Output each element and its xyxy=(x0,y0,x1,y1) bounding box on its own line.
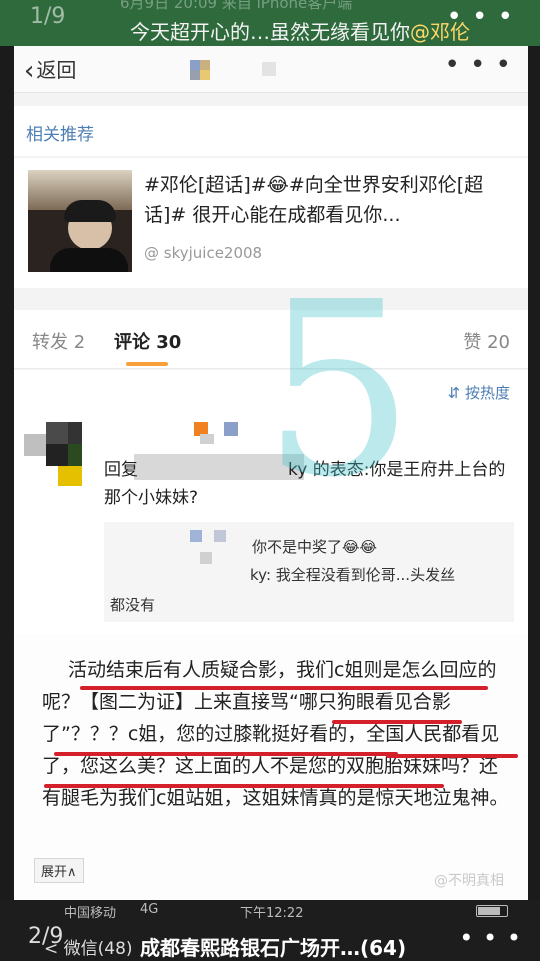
watermark: @不明真相 xyxy=(434,873,504,889)
avatar-mosaic xyxy=(58,466,82,486)
avatar-mosaic xyxy=(46,422,68,444)
red-underline xyxy=(54,752,398,756)
red-underline xyxy=(332,720,462,724)
red-underline xyxy=(80,686,488,690)
quoted-comment: 你不是中奖了😂😂 ky: 我全程没看到伦哥...头发丝 都没有 xyxy=(104,522,514,622)
tab-repost[interactable]: 转发 2 xyxy=(32,328,85,354)
chat-title: 成都春熙路银石广场开…(64) xyxy=(140,936,407,960)
thumb-hair xyxy=(64,200,116,222)
sort-by-hot-button[interactable]: ⇵ 按热度 xyxy=(448,382,510,403)
mosaic-block xyxy=(190,70,200,80)
battery-icon xyxy=(476,905,508,917)
back-label: 返回 xyxy=(36,58,77,82)
article-body: 活动结束后有人质疑合影，我们c姐则是怎么回应的呢？【图二为证】上来直接骂“哪只狗… xyxy=(42,659,509,809)
outer-top-bar: 6月9日 20:09 来自 iPhone客户端 1/9 今天超开心的…虽然无缘看… xyxy=(0,0,540,46)
tab-comments[interactable]: 评论 30 xyxy=(114,328,181,354)
sort-icon: ⇵ xyxy=(447,384,465,402)
reply-prefix: 回复 xyxy=(104,460,138,480)
sort-label: 按热度 xyxy=(464,384,510,402)
mosaic-block xyxy=(190,530,202,542)
quote-line-2: ky: 我全程没看到伦哥...头发丝 xyxy=(250,566,456,584)
chat-more-icon[interactable]: • • • xyxy=(459,924,522,952)
headline-text: 今天超开心的…虽然无缘看见你 xyxy=(130,20,410,44)
related-section-header: 相关推荐 xyxy=(14,106,528,156)
mosaic-block xyxy=(200,60,210,70)
red-underline xyxy=(44,784,444,788)
outer-more-icon[interactable]: • • • xyxy=(446,2,514,32)
article-panel: 活动结束后有人质疑合影，我们c姐则是怎么回应的呢？【图二为证】上来直接骂“哪只狗… xyxy=(14,634,528,904)
post-thumbnail xyxy=(28,170,132,272)
quote-line-1: 你不是中奖了😂😂 xyxy=(252,538,378,556)
red-underline xyxy=(386,754,518,758)
faint-timestamp: 6月9日 20:09 来自 iPhone客户端 xyxy=(120,0,353,12)
mosaic-block xyxy=(200,552,212,564)
network-type: 4G xyxy=(140,902,159,917)
avatar-mosaic xyxy=(68,444,82,466)
active-tab-indicator xyxy=(126,362,168,366)
related-post-text: #邓伦[超话]#😂#向全世界安利邓伦[超话]# 很开心能在成都看见你... xyxy=(144,174,484,226)
status-time: 下午12:22 xyxy=(240,906,304,921)
avatar-mosaic xyxy=(68,422,82,444)
quote-line-3: 都没有 xyxy=(110,596,156,614)
mosaic-block xyxy=(262,62,276,76)
outer-bottom-bar: 中国移动 4G 下午12:22 2/9 < 微信(48) 成都春熙路银石广场开…… xyxy=(0,900,540,960)
thumb-shoulders xyxy=(50,248,128,272)
tab-likes[interactable]: 赞 20 xyxy=(463,328,510,354)
mosaic-block xyxy=(214,530,226,542)
back-button[interactable]: ‹ 返回 xyxy=(24,54,77,86)
wechat-back-button[interactable]: < 微信(48) xyxy=(44,934,133,959)
avatar-mosaic xyxy=(24,434,46,456)
nav-bar: ‹ 返回 • • • xyxy=(14,46,528,93)
mosaic-block xyxy=(224,422,238,436)
mosaic-block xyxy=(190,60,200,70)
chevron-left-icon: ‹ xyxy=(24,56,35,86)
page-indicator-top: 1/9 xyxy=(30,4,66,29)
overlay-number: 5 xyxy=(262,250,415,530)
avatar-mosaic xyxy=(46,444,68,466)
related-label: 相关推荐 xyxy=(26,125,94,145)
mosaic-block xyxy=(200,434,214,444)
post-headline: 今天超开心的…虽然无缘看见你@邓伦 xyxy=(130,16,470,45)
mosaic-block xyxy=(200,70,210,80)
carrier-name: 中国移动 xyxy=(64,906,117,921)
expand-button[interactable]: 展开∧ xyxy=(34,858,84,883)
related-post-author[interactable]: @ skyjuice2008 xyxy=(144,244,262,262)
more-icon[interactable]: • • • xyxy=(444,50,512,80)
